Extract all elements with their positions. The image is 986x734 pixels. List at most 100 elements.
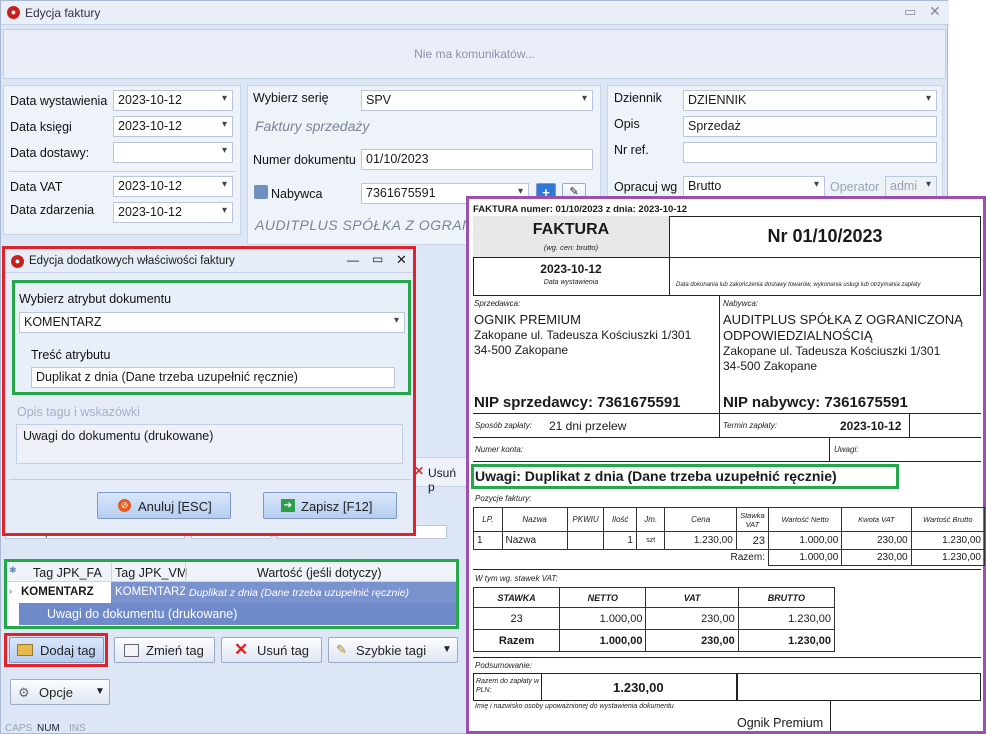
col-brutto: Wartość Brutto [910,507,986,532]
vat-table: STAWKA NETTO VAT BRUTTO 23 1.000,00 230,… [472,587,836,652]
item-brutto: 1.230,00 [910,531,986,550]
operator-label: Operator [830,180,880,194]
authorized-person-label: Imię i nazwisko osoby upoważnionej do wy… [475,703,674,710]
close-icon[interactable]: ✕ [396,252,407,268]
dziennik-field[interactable]: DZIENNIK [683,90,937,111]
data-dostawy-label: Data dostawy: [10,146,90,160]
nrref-field[interactable] [683,142,937,163]
data-dostawy-field[interactable] [113,142,233,163]
dodaj-tag-button[interactable]: Dodaj tag [9,637,104,663]
divider [719,413,720,437]
vat-total-brutto: 1.230,00 [737,629,836,652]
divider [473,413,981,414]
row-description: Uwagi do dokumentu (drukowane) [47,607,238,621]
operator-field[interactable]: admi [885,176,937,197]
dialog-title: Edycja dodatkowych właściwości faktury [29,255,235,267]
vat-stawka: 23 [472,607,561,630]
zmien-tag-button[interactable]: Zmień tag [114,637,215,663]
opis-field[interactable]: Sprzedaż [683,116,937,137]
numer-dokumentu-field[interactable]: 01/10/2023 [361,149,593,170]
item-ilosc: 1 [603,531,637,550]
razem-vat: 230,00 [841,549,912,566]
col-divider [185,562,186,582]
usun-partial-button[interactable]: ✕ Usuń p [407,457,467,494]
minimize-icon[interactable]: — [347,253,359,267]
data-wystawienia-field[interactable]: 2023-10-12 [113,90,233,111]
col-stawka: Stawka VAT [735,507,769,532]
numer-label: Numer dokumentu [253,153,356,167]
item-stawka: 23 [735,531,769,550]
table-row: 23 1.000,00 230,00 1.230,00 [472,607,836,630]
header-tag-fa[interactable]: Tag JPK_FA [33,566,102,580]
dodaj-tag-label: Dodaj tag [40,643,96,658]
podsum-label: Podsumowanie: [475,661,532,670]
vat-header-row: STAWKA NETTO VAT BRUTTO [472,587,836,608]
item-pkwiu [566,531,605,550]
buyer-name-2: ODPOWIEDZIALNOŚCIĄ [723,328,873,343]
seller-label: Sprzedawca: [474,299,521,308]
tags-table: ✱ Tag JPK_FA Tag JPK_VM Wartość (jeśli d… [4,559,459,629]
opis-tagu-box: Uwagi do dokumentu (drukowane) [16,424,403,464]
data-zdarzenia-field[interactable]: 2023-10-12 [113,202,233,223]
seria-field[interactable]: SPV [361,90,593,111]
buyer-address-2: 34-500 Zakopane [723,359,818,373]
app-logo-icon: ● [11,255,24,268]
row-tag-fa: KOMENTARZ [21,586,94,598]
items-total-row: Razem: 1.000,00 230,00 1.230,00 [473,549,986,566]
caps-indicator: CAPS [5,723,33,734]
szybkie-tagi-button[interactable]: ✎ Szybkie tagi ▼ [328,637,458,663]
tags-header-row: ✱ Tag JPK_FA Tag JPK_VM Wartość (jeśli d… [7,562,456,582]
nabywca-name: AUDITPLUS SPÓŁKA Z OGRANICZ [255,217,497,233]
faktura-title: FAKTURA [532,221,610,238]
attr-label: Wybierz atrybut dokumentu [19,292,172,306]
item-nazwa: Nazwa [501,531,568,550]
vat-total-netto: 1.000,00 [559,629,647,652]
attribute-group: Wybierz atrybut dokumentu KOMENTARZ Treś… [12,280,411,395]
new-row-icon: ✱ [9,565,17,575]
opracuj-field[interactable]: Brutto [683,176,825,197]
cancel-button[interactable]: ⊘ Anuluj [ESC] [97,492,231,519]
usun-tag-button[interactable]: ✕ Usuń tag [221,637,322,663]
opis-tagu-label: Opis tagu i wskazówki [17,405,140,419]
vat-col-vat: VAT [645,587,739,608]
divider [829,437,830,461]
tag-icon [17,644,33,656]
sposob-value: 21 dni przelew [549,419,627,433]
save-button[interactable]: ➔ Zapisz [F12] [263,492,397,519]
seller-address-1: Zakopane ul. Tadeusza Kościuszki 1/301 [474,328,692,342]
row-pointer-icon: › [9,586,12,596]
tresc-input[interactable]: Duplikat z dnia (Dane trzeba uzupełnić r… [31,367,395,388]
attr-select[interactable]: KOMENTARZ [19,312,405,333]
table-row[interactable]: › KOMENTARZ KOMENTARZ Duplikat z dnia (D… [7,582,456,603]
issue-date: 2023-10-12 [540,262,602,276]
col-lp: LP. [473,507,503,532]
restore-icon[interactable]: ▭ [904,4,916,20]
chevron-down-icon: ▼ [442,644,452,655]
usun-tag-label: Usuń tag [257,643,310,658]
seller-address-2: 34-500 Zakopane [474,343,569,357]
close-icon[interactable]: ✕ [929,3,941,20]
nabywca-label: Nabywca [271,187,323,201]
buyer-address-1: Zakopane ul. Tadeusza Kościuszki 1/301 [723,344,941,358]
header-tag-vm[interactable]: Tag JPK_VM [115,566,187,580]
razem-label: Razem: [473,549,769,566]
header-value[interactable]: Wartość (jeśli dotyczy) [257,566,382,580]
chevron-down-icon: ▼ [95,686,105,697]
user-icon [254,185,268,199]
data-wystawienia-label: Data wystawienia [10,94,108,108]
delivery-date-label: Data dokonania lub zakończenia dostawy t… [676,282,921,288]
opcje-label: Opcje [39,685,73,700]
opcje-button[interactable]: ⚙ Opcje ▼ [10,679,110,705]
data-vat-field[interactable]: 2023-10-12 [113,176,233,197]
invoice-number: Nr 01/10/2023 [767,226,883,246]
divider [473,569,981,570]
maximize-icon[interactable]: ▭ [372,252,383,266]
col-pkwiu: PKWIU [566,507,605,532]
wtym-label: W tym wg. stawek VAT: [475,574,558,583]
invoice-header-line: FAKTURA numer: 01/10/2023 z dnia: 2023-1… [473,204,688,215]
tag-properties-dialog: ● Edycja dodatkowych właściwości faktury… [2,246,416,536]
col-nazwa: Nazwa [501,507,568,532]
edit-icon [124,644,139,657]
razem-netto: 1.000,00 [767,549,843,566]
data-ksiegi-field[interactable]: 2023-10-12 [113,116,233,137]
